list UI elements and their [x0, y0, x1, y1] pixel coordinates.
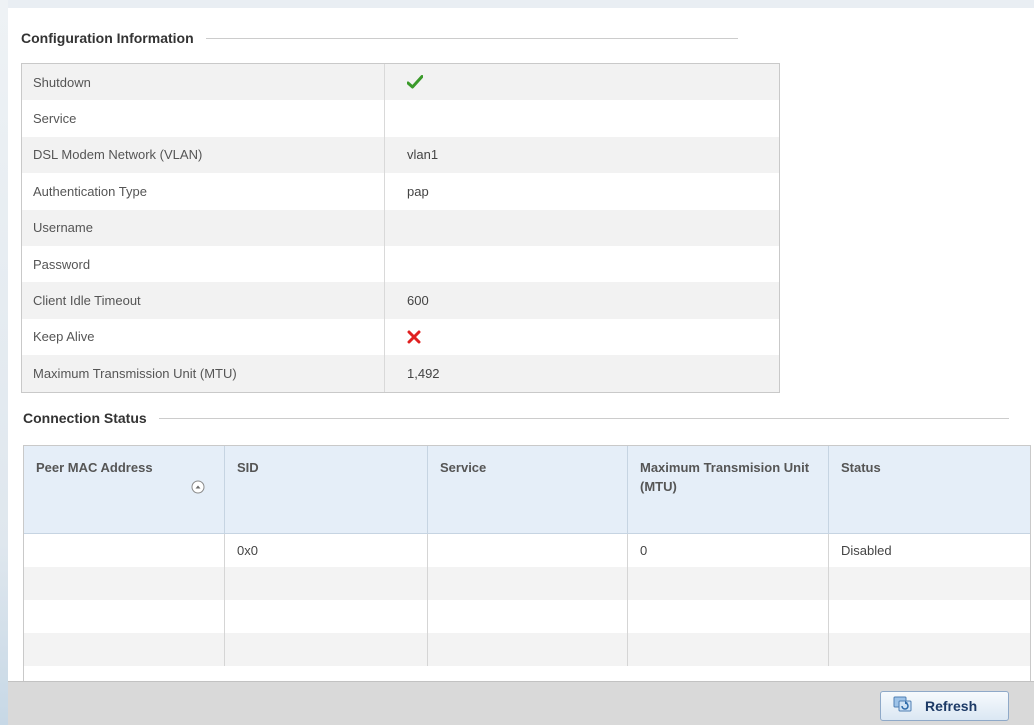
config-label: Password — [22, 245, 385, 283]
cell-peer-mac — [24, 534, 225, 567]
cell-status — [829, 633, 1030, 666]
config-row-idle-timeout: Client Idle Timeout 600 — [22, 282, 779, 319]
column-header-status[interactable]: Status — [829, 446, 1030, 533]
section-divider — [158, 417, 1009, 419]
config-label: Username — [22, 209, 385, 246]
config-row-username: Username — [22, 209, 779, 246]
cell-service — [428, 567, 628, 600]
cell-sid: 0x0 — [225, 534, 428, 567]
config-section-header: Configuration Information — [21, 30, 738, 46]
config-label: Shutdown — [22, 64, 385, 101]
table-body: 0x0 0 Disabled — [24, 534, 1030, 666]
table-header-row: Peer MAC Address SID Service Maximum Tra… — [24, 446, 1030, 534]
table-row — [24, 567, 1030, 600]
table-row[interactable]: 0x0 0 Disabled — [24, 534, 1030, 567]
column-header-label: Peer MAC Address — [36, 460, 153, 475]
config-label: Keep Alive — [22, 318, 385, 356]
connection-status-table: Peer MAC Address SID Service Maximum Tra… — [23, 445, 1031, 681]
section-divider — [205, 37, 738, 39]
column-header-sid[interactable]: SID — [225, 446, 428, 533]
config-row-shutdown: Shutdown — [22, 64, 779, 101]
cell-sid — [225, 600, 428, 633]
config-label: Service — [22, 100, 385, 137]
config-row-mtu: Maximum Transmission Unit (MTU) 1,492 — [22, 355, 779, 392]
config-label: Client Idle Timeout — [22, 282, 385, 319]
cell-status — [829, 567, 1030, 600]
config-row-vlan: DSL Modem Network (VLAN) vlan1 — [22, 136, 779, 174]
connection-section-title: Connection Status — [23, 410, 147, 426]
config-section-title: Configuration Information — [21, 30, 194, 46]
config-value: pap — [407, 183, 429, 199]
cell-mtu — [628, 600, 829, 633]
config-row-keep-alive: Keep Alive — [22, 318, 779, 356]
cell-service — [428, 600, 628, 633]
config-value: vlan1 — [407, 147, 439, 163]
sort-ascending-icon[interactable] — [191, 480, 205, 499]
column-header-peer-mac[interactable]: Peer MAC Address — [24, 446, 225, 533]
cell-peer-mac — [24, 600, 225, 633]
cell-status: Disabled — [841, 543, 892, 558]
config-value: 1,492 — [407, 365, 440, 381]
cell-peer-mac — [24, 633, 225, 666]
cell-mtu — [628, 633, 829, 666]
cell-status — [829, 600, 1030, 633]
refresh-icon — [893, 695, 913, 718]
table-row — [24, 633, 1030, 666]
check-icon — [407, 75, 423, 89]
config-value: 600 — [407, 293, 429, 309]
config-label: Maximum Transmission Unit (MTU) — [22, 355, 385, 392]
cell-service — [428, 534, 628, 567]
window-left-edge — [0, 0, 8, 725]
window-top-edge — [0, 0, 1034, 8]
config-value — [385, 75, 423, 89]
cell-mtu — [628, 567, 829, 600]
table-row — [24, 600, 1030, 633]
config-row-auth-type: Authentication Type pap — [22, 173, 779, 210]
cell-mtu: 0 — [628, 534, 829, 567]
config-label: Authentication Type — [22, 173, 385, 210]
refresh-button[interactable]: Refresh — [880, 691, 1009, 721]
cell-service — [428, 633, 628, 666]
refresh-button-label: Refresh — [925, 698, 978, 714]
column-header-service[interactable]: Service — [428, 446, 628, 533]
cell-sid — [225, 567, 428, 600]
connection-section-header: Connection Status — [23, 410, 1009, 426]
config-value — [385, 330, 421, 344]
config-table: Shutdown Service DSL Modem Network (VLAN… — [21, 63, 780, 393]
footer-bar: Refresh — [8, 681, 1034, 725]
config-row-password: Password — [22, 245, 779, 283]
cell-peer-mac — [24, 567, 225, 600]
config-row-service: Service — [22, 100, 779, 137]
x-icon — [407, 330, 421, 344]
column-header-mtu[interactable]: Maximum Transmision Unit (MTU) — [628, 446, 829, 533]
config-label: DSL Modem Network (VLAN) — [22, 136, 385, 174]
cell-sid — [225, 633, 428, 666]
